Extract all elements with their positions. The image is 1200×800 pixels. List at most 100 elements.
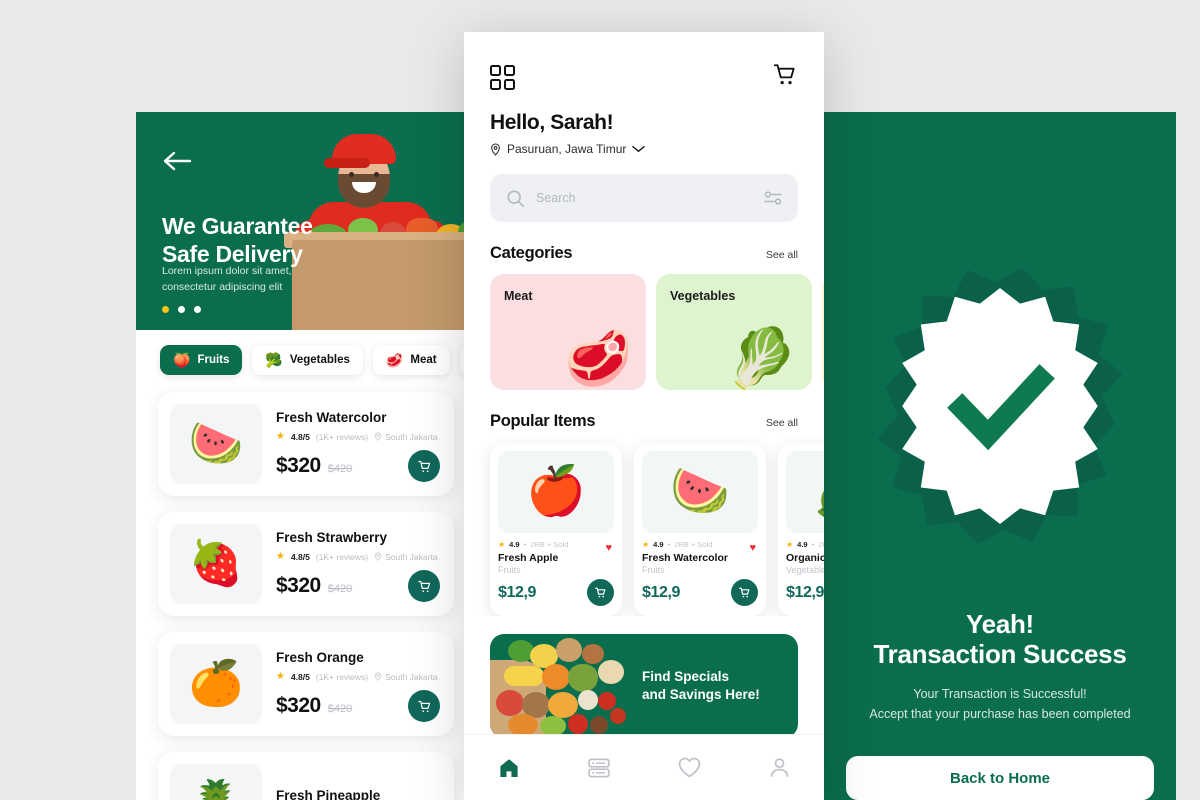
popular-items-carousel[interactable]: 🍎 ♥ ★ 4.9 • 2RB + Sold Fresh Apple Fruit…	[464, 431, 824, 616]
success-subtitle-line1: Your Transaction is Successful!	[913, 687, 1087, 702]
back-to-home-button[interactable]: Back to Home	[846, 756, 1154, 800]
product-rating: 4.9	[797, 540, 808, 549]
list-item[interactable]: 🍉 Fresh Watercolor ★ 4.8/5 (1K+ reviews)…	[158, 392, 454, 496]
product-card[interactable]: 🌽 ♥ ★ 4.9 • 2RB + Sold Organic Corn Vege…	[778, 443, 824, 616]
add-to-cart-button[interactable]	[731, 579, 758, 606]
categories-see-all[interactable]: See all	[766, 249, 798, 261]
product-reviews: (1K+ reviews)	[315, 671, 369, 682]
categories-carousel[interactable]: Meat 🥩 Vegetables 🥬 Fruits 🍌	[464, 263, 824, 390]
product-rating: 4.8/5	[290, 431, 310, 442]
category-card-fruits[interactable]: Fruits 🍌	[822, 274, 824, 390]
star-icon: ★	[498, 540, 506, 549]
star-icon: ★	[276, 671, 285, 682]
product-thumbnail: 🍉	[170, 404, 262, 484]
product-name: Fresh Watercolor	[276, 410, 387, 425]
product-card[interactable]: 🍎 ♥ ★ 4.9 • 2RB + Sold Fresh Apple Fruit…	[490, 443, 622, 616]
nav-orders[interactable]	[577, 746, 621, 790]
list-item[interactable]: 🍓 Fresh Strawberry ★ 4.8/5 (1K+ reviews)…	[158, 512, 454, 616]
product-name: Fresh Watercolor	[642, 552, 728, 564]
list-item[interactable]: 🍊 Fresh Orange ★ 4.8/5 (1K+ reviews) Sou…	[158, 632, 454, 736]
product-meta: ★ 4.8/5 (1K+ reviews) South Jakarta	[276, 671, 442, 682]
carousel-dot-3[interactable]	[194, 306, 201, 313]
promo-text: Find Specials and Savings Here!	[642, 668, 760, 704]
promo-banner[interactable]: Find Specials and Savings Here!	[490, 634, 798, 738]
meat-icon: 🥩	[385, 352, 404, 368]
peach-icon: 🍑	[173, 352, 191, 368]
popular-section-header: Popular Items See all	[464, 390, 824, 431]
category-card-vegetables[interactable]: Vegetables 🥬	[656, 274, 812, 390]
product-footer: $12,9	[786, 579, 824, 606]
product-old-price: $420	[327, 463, 353, 475]
product-meta: ★ 4.9 • 2RB + Sold	[786, 540, 824, 549]
profile-person-icon	[770, 758, 788, 778]
location-pin-icon	[491, 142, 500, 156]
search-input[interactable]: Search	[490, 174, 798, 222]
product-old-price: $420	[327, 583, 353, 595]
product-rating: 4.9	[509, 540, 520, 549]
success-title-line2: Transaction Success	[873, 639, 1127, 670]
product-category: Vegetables	[786, 565, 824, 575]
filter-chip-meat-label: Meat	[410, 354, 437, 366]
product-thumbnail: 🍍	[170, 764, 262, 800]
categories-title: Categories	[490, 244, 573, 262]
filter-chip-fruits-label: Fruits	[197, 354, 230, 366]
product-rating: 4.8/5	[290, 551, 310, 562]
product-category: Fruits	[642, 565, 665, 575]
banner-title: We Guarantee Safe Delivery	[162, 212, 313, 268]
product-reviews: (1K+ reviews)	[315, 431, 369, 442]
popular-see-all[interactable]: See all	[766, 417, 798, 429]
carousel-dots[interactable]	[162, 306, 201, 313]
product-name: Fresh Orange	[276, 650, 364, 665]
product-price: $320	[276, 454, 321, 477]
product-location-label: South Jakarta	[385, 671, 438, 682]
category-filter-chips: 🍑 Fruits 🥦 Vegetables 🥩 Meat	[136, 330, 476, 386]
add-to-cart-button[interactable]	[408, 450, 440, 482]
add-to-cart-button[interactable]	[408, 690, 440, 722]
location-selector[interactable]: Pasuruan, Jawa Timur	[464, 135, 824, 156]
product-location-label: South Jakarta	[385, 431, 438, 442]
nav-profile[interactable]	[757, 746, 801, 790]
nav-favorites[interactable]	[667, 746, 711, 790]
nav-home[interactable]	[487, 746, 531, 790]
search-icon	[507, 189, 524, 207]
product-card[interactable]: 🍉 ♥ ★ 4.9 • 2RB + Sold Fresh Watercolor …	[634, 443, 766, 616]
shopping-cart-icon	[595, 587, 606, 598]
product-price: $320	[276, 574, 321, 597]
filter-chip-fruits[interactable]: 🍑 Fruits	[160, 345, 243, 375]
product-location: South Jakarta	[374, 431, 438, 442]
product-location-label: South Jakarta	[385, 551, 438, 562]
success-title-line1: Yeah!	[966, 608, 1034, 639]
star-icon: ★	[642, 540, 650, 549]
product-sold: 2RB + Sold	[818, 540, 824, 549]
product-old-price: $420	[327, 703, 353, 715]
grid-menu-icon[interactable]	[490, 65, 515, 90]
category-label: Meat	[504, 289, 533, 303]
add-to-cart-button[interactable]	[408, 570, 440, 602]
favorite-heart-icon[interactable]: ♥	[605, 542, 612, 554]
product-image: 🍉	[642, 451, 758, 533]
product-name: Organic Corn	[786, 552, 824, 564]
back-button[interactable]	[162, 150, 192, 172]
promo-line2: and Savings Here!	[642, 687, 760, 702]
product-image: 🍎	[498, 451, 614, 533]
product-sold-separator: •	[811, 540, 815, 549]
product-thumbnail: 🍊	[170, 644, 262, 724]
location-pin-icon	[375, 552, 382, 561]
filter-sliders-icon[interactable]	[764, 190, 782, 206]
meat-icon: 🥩	[564, 329, 632, 389]
filter-chip-meat[interactable]: 🥩 Meat	[372, 345, 450, 375]
carousel-dot-1[interactable]	[162, 306, 169, 313]
shopping-cart-icon[interactable]	[772, 62, 798, 93]
filter-chip-vegetables[interactable]: 🥦 Vegetables	[252, 345, 363, 375]
carousel-dot-2[interactable]	[178, 306, 185, 313]
location-label: Pasuruan, Jawa Timur	[507, 142, 627, 156]
category-card-meat[interactable]: Meat 🥩	[490, 274, 646, 390]
app-header	[464, 32, 824, 93]
star-icon: ★	[786, 540, 794, 549]
add-to-cart-button[interactable]	[587, 579, 614, 606]
star-icon: ★	[276, 431, 285, 442]
center-phone-screen: Hello, Sarah! Pasuruan, Jawa Timur Searc…	[464, 32, 824, 800]
heart-icon	[678, 757, 700, 778]
list-item[interactable]: 🍍 Fresh Pineapple ★ 4.8/5 (1K+ reviews)	[158, 752, 454, 800]
favorite-heart-icon[interactable]: ♥	[749, 542, 756, 554]
